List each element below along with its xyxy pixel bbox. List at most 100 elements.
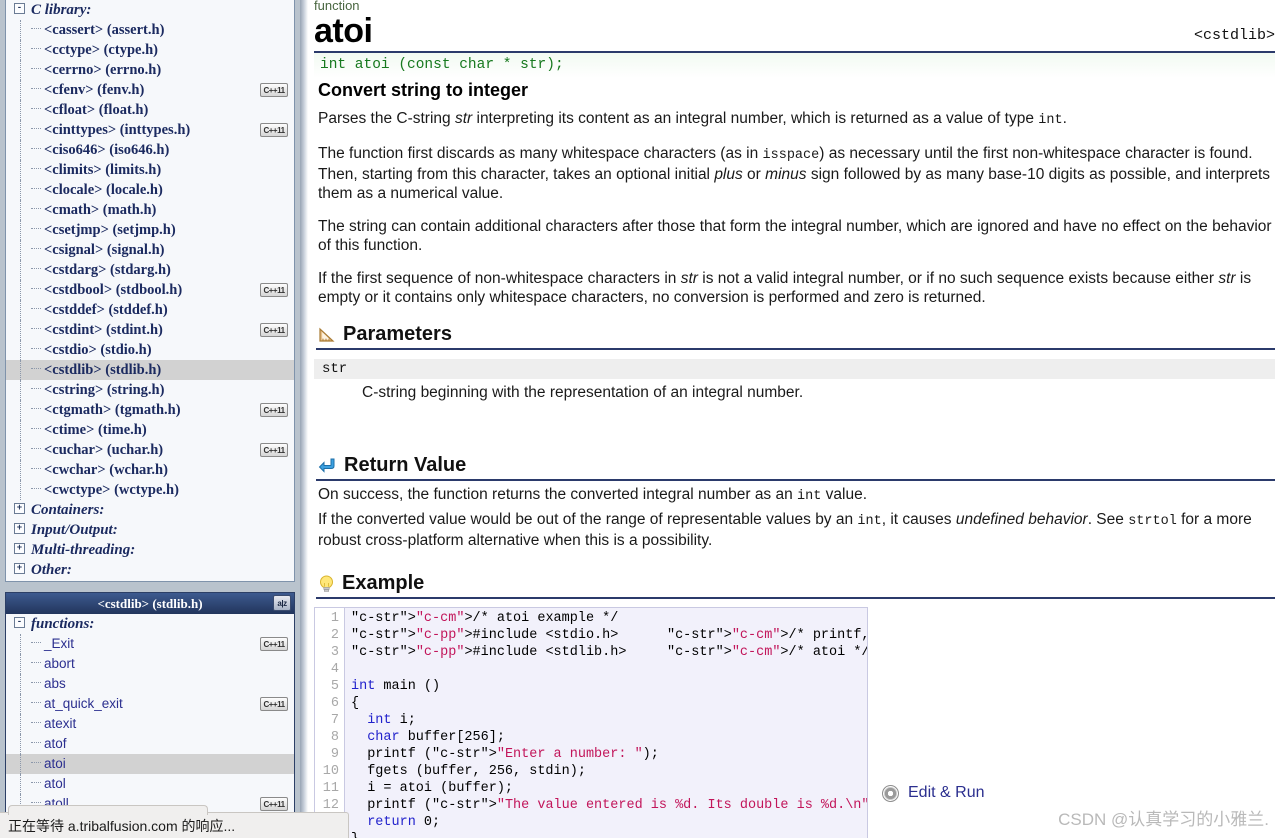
tree-item-header-16[interactable]: <cstdio> (stdio.h) — [6, 340, 294, 360]
tree-item-function-5[interactable]: atof — [6, 734, 294, 754]
tree-group-containers[interactable]: + Containers: — [6, 500, 294, 520]
tree-toggle-icon[interactable]: - — [14, 3, 25, 15]
return-value-title: Return Value — [344, 454, 467, 476]
tree-item-function-2[interactable]: abs — [6, 674, 294, 694]
code-line: printf ("c-str">"Enter a number: "); — [351, 747, 659, 762]
tree-item-function-3[interactable]: at_quick_exit C++11 — [6, 694, 294, 714]
tree-toggle-icon[interactable]: + — [14, 503, 25, 515]
tree-guide-line — [20, 340, 21, 360]
return-value-line-2: If the converted value would be out of t… — [318, 511, 1252, 549]
tree-item-header-11[interactable]: <csignal> (signal.h) — [6, 240, 294, 260]
alphabetical-sort-icon[interactable]: a|z — [273, 595, 291, 611]
library-tree-panel[interactable]: -C library: <cassert> (assert.h) <cctype> … — [5, 0, 295, 582]
tree-item-header-10[interactable]: <csetjmp> (setjmp.h) — [6, 220, 294, 240]
tree-branch-icon — [31, 782, 41, 784]
tree-guide-line — [20, 240, 21, 260]
tree-item-label: <cstdint> (stdint.h) — [44, 322, 163, 338]
code-line-number: 9 — [330, 747, 339, 762]
gear-icon — [882, 784, 899, 802]
tree-item-header-2[interactable]: <cerrno> (errno.h) — [6, 60, 294, 80]
description-paragraph-2: The function first discards as many whit… — [318, 145, 1271, 202]
code-line-number: 5 — [330, 679, 339, 694]
tree-item-header-9[interactable]: <cmath> (math.h) — [6, 200, 294, 220]
tree-guide-line — [20, 734, 21, 754]
tree-guide-line — [20, 674, 21, 694]
tree-item-header-15[interactable]: <cstdint> (stdint.h) C++11 — [6, 320, 294, 340]
page-title: atoi — [314, 12, 373, 50]
tree-group-other[interactable]: + Other: — [6, 560, 294, 580]
tree-item-header-13[interactable]: <cstdbool> (stdbool.h) C++11 — [6, 280, 294, 300]
tree-item-label: <ciso646> (iso646.h) — [44, 142, 170, 158]
tree-guide-line — [20, 220, 21, 240]
tree-branch-icon — [31, 368, 41, 370]
tree-group-inputoutput[interactable]: + Input/Output: — [6, 520, 294, 540]
tree-branch-icon — [31, 48, 41, 50]
library-tree-list: -C library: <cassert> (assert.h) <cctype> … — [6, 0, 294, 580]
tree-item-label: atexit — [44, 716, 77, 731]
sidebar-content-divider[interactable] — [300, 0, 308, 838]
tree-root-label: functions: — [31, 616, 95, 632]
tree-guide-line — [20, 60, 21, 80]
tree-item-header-0[interactable]: <cassert> (assert.h) — [6, 20, 294, 40]
functions-tree-list: - functions: _Exit C++11 abort abs at_quick_ex… — [6, 614, 294, 814]
tree-item-header-21[interactable]: <cuchar> (uchar.h) C++11 — [6, 440, 294, 460]
tree-branch-icon — [31, 128, 41, 130]
code-block[interactable]: 1 2 3 4 5 6 7 8 9 10 11 12 "c-str">"c-cm">/* atoi e… — [314, 607, 868, 838]
tree-guide-line — [20, 100, 21, 120]
tree-item-function-4[interactable]: atexit — [6, 714, 294, 734]
tree-item-header-23[interactable]: <cwctype> (wctype.h) — [6, 480, 294, 500]
tree-item-label: at_quick_exit — [44, 696, 123, 711]
cpp11-badge: C++11 — [260, 323, 288, 337]
tree-toggle-icon[interactable]: + — [14, 543, 25, 555]
tree-root-functions[interactable]: - functions: — [6, 614, 294, 634]
tree-item-header-12[interactable]: <cstdarg> (stdarg.h) — [6, 260, 294, 280]
code-line-number: 4 — [330, 662, 339, 677]
tree-item-header-6[interactable]: <ciso646> (iso646.h) — [6, 140, 294, 160]
panel-header-cstdlib: <cstdlib> (stdlib.h) a|z — [6, 593, 294, 614]
tree-item-label: <cinttypes> (inttypes.h) — [44, 122, 191, 138]
return-arrow-icon — [318, 457, 337, 475]
tree-item-label: <cstdlib> (stdlib.h) — [44, 362, 162, 378]
tree-item-header-8[interactable]: <clocale> (locale.h) — [6, 180, 294, 200]
tree-toggle-icon[interactable]: - — [14, 617, 25, 629]
tree-item-label: atoi — [44, 756, 66, 771]
description-paragraph-1: Parses the C-string str interpreting its… — [318, 110, 1067, 128]
edit-and-run-button[interactable]: Edit & Run — [882, 607, 984, 838]
tree-branch-icon — [31, 762, 41, 764]
parameters-divider — [316, 348, 1275, 350]
tree-branch-icon — [31, 682, 41, 684]
tree-item-function-7[interactable]: atol — [6, 774, 294, 794]
tree-branch-icon — [31, 722, 41, 724]
tree-item-header-7[interactable]: <climits> (limits.h) — [6, 160, 294, 180]
header-functions-panel[interactable]: <cstdlib> (stdlib.h) a|z - functions: _Exi… — [5, 592, 295, 838]
tree-group-multithreading[interactable]: + Multi-threading: — [6, 540, 294, 560]
tree-branch-icon — [31, 248, 41, 250]
tree-item-label: <cuchar> (uchar.h) — [44, 442, 164, 458]
tree-guide-line — [20, 460, 21, 480]
tree-item-header-17[interactable]: <cstdlib> (stdlib.h) — [6, 360, 294, 380]
tree-item-header-5[interactable]: <cinttypes> (inttypes.h) C++11 — [6, 120, 294, 140]
tree-item-function-6[interactable]: atoi — [6, 754, 294, 774]
tree-item-label: <climits> (limits.h) — [44, 162, 162, 178]
tree-item-header-4[interactable]: <cfloat> (float.h) — [6, 100, 294, 120]
tree-item-header-22[interactable]: <cwchar> (wchar.h) — [6, 460, 294, 480]
tree-item-header-19[interactable]: <ctgmath> (tgmath.h) C++11 — [6, 400, 294, 420]
tree-item-header-3[interactable]: <cfenv> (fenv.h) C++11 — [6, 80, 294, 100]
code-source[interactable]: "c-str">"c-cm">/* atoi example */ "c-str"… — [345, 608, 867, 838]
tree-branch-icon — [31, 802, 41, 804]
tree-item-header-14[interactable]: <cstddef> (stddef.h) — [6, 300, 294, 320]
tree-toggle-icon[interactable]: + — [14, 563, 25, 575]
tree-item-function-0[interactable]: _Exit C++11 — [6, 634, 294, 654]
tree-item-header-1[interactable]: <cctype> (ctype.h) — [6, 40, 294, 60]
edit-and-run-label: Edit & Run — [908, 784, 985, 801]
tree-item-function-1[interactable]: abort — [6, 654, 294, 674]
tree-root-clibrary[interactable]: -C library: — [6, 0, 294, 20]
tree-item-header-18[interactable]: <cstring> (string.h) — [6, 380, 294, 400]
cpp11-badge: C++11 — [260, 83, 288, 97]
tree-item-label: <cerrno> (errno.h) — [44, 62, 162, 78]
tree-item-header-20[interactable]: <ctime> (time.h) — [6, 420, 294, 440]
tree-toggle-icon[interactable]: + — [14, 523, 25, 535]
code-line: } — [351, 831, 867, 838]
lightbulb-icon — [318, 574, 335, 594]
